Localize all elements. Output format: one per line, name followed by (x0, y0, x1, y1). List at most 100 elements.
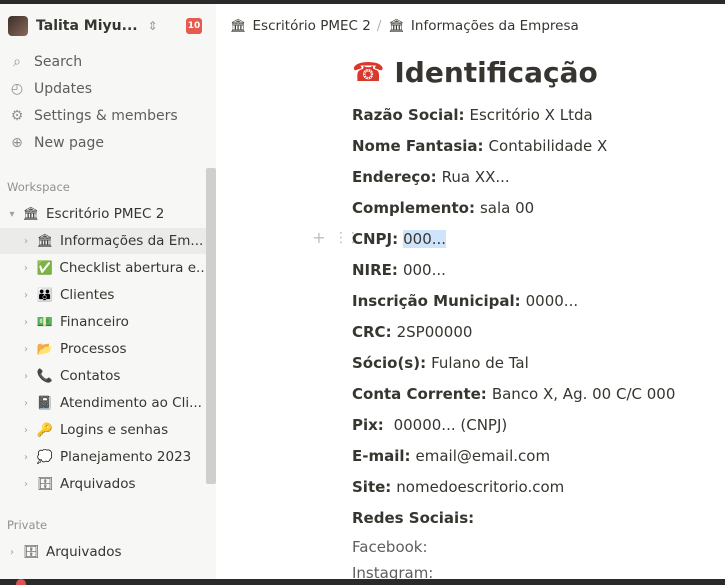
field-value[interactable]: 000... (403, 261, 446, 279)
chevron-right-icon[interactable]: › (20, 371, 32, 382)
field-facebook[interactable]: Facebook: (352, 535, 428, 559)
field-conta-corrente[interactable]: Conta Corrente: Banco X, Ag. 00 C/C 000 (352, 382, 675, 406)
field-key: CRC: (352, 323, 392, 341)
field-socios[interactable]: Sócio(s): Fulano de Tal (352, 351, 529, 375)
page-title[interactable]: ☎ Identificação (352, 56, 598, 89)
drag-handle-icon[interactable]: ⋮⋮ (334, 230, 360, 246)
search-icon: ⌕ (13, 54, 21, 70)
nav-updates[interactable]: ◴ Updates (0, 76, 216, 102)
cabinet-icon: 🗄 (36, 476, 54, 492)
workspace-switcher[interactable]: Talita Miyu... ⇕ (0, 4, 216, 48)
sidebar-item-planejamento[interactable]: › 💭 Planejamento 2023 (0, 444, 206, 470)
bank-icon: 🏛 (36, 233, 54, 249)
field-value[interactable]: 00000... (CNPJ) (389, 416, 508, 434)
bank-icon: 🏛 (230, 18, 247, 34)
nav-search[interactable]: ⌕ Search (0, 49, 216, 75)
field-key: Razão Social: (352, 106, 465, 124)
chevron-right-icon[interactable]: › (20, 479, 32, 490)
chevron-down-icon[interactable]: ▾ (6, 209, 18, 220)
sidebar-item-informacoes[interactable]: › 🏛 Informações da Em... (0, 228, 206, 254)
sidebar-item-label: Informações da Em... (60, 233, 204, 249)
sidebar-item-checklist[interactable]: › ✅ Checklist abertura e... (0, 255, 206, 281)
field-inscricao-municipal[interactable]: Inscrição Municipal: 0000... (352, 289, 578, 313)
taskbar-indicator (16, 579, 26, 585)
telephone-icon[interactable]: ☎ (352, 58, 384, 88)
breadcrumb-item-escritorio[interactable]: Escritório PMEC 2 (253, 18, 371, 34)
chevron-right-icon[interactable]: › (20, 317, 32, 328)
thought-balloon-icon: 💭 (36, 449, 54, 465)
notification-badge[interactable]: 10 (186, 18, 202, 34)
field-key: Redes Sociais: (352, 509, 475, 527)
chevron-right-icon[interactable]: › (20, 290, 32, 301)
folder-icon: 📂 (36, 341, 54, 357)
field-nire[interactable]: NIRE: 000... (352, 258, 446, 282)
field-email[interactable]: E-mail: email@email.com (352, 444, 550, 468)
field-pix[interactable]: Pix: 00000... (CNPJ) (352, 413, 507, 437)
sidebar-item-label: Arquivados (60, 476, 136, 492)
field-crc[interactable]: CRC: 2SP00000 (352, 320, 472, 344)
breadcrumb-separator: / (376, 18, 382, 34)
sidebar-item-label: Escritório PMEC 2 (46, 206, 165, 222)
field-key: Conta Corrente: (352, 385, 487, 403)
field-value[interactable]: nomedoescritorio.com (396, 478, 564, 496)
sidebar-item-label: Arquivados (46, 544, 122, 560)
sidebar-item-arquivados[interactable]: › 🗄 Arquivados (0, 471, 206, 497)
plus-icon[interactable]: + (312, 228, 326, 247)
user-name: Talita Miyu... (36, 18, 138, 34)
field-value[interactable]: Escritório X Ltda (469, 106, 592, 124)
field-value[interactable]: Banco X, Ag. 00 C/C 000 (492, 385, 676, 403)
chevron-updown-icon: ⇕ (147, 19, 158, 33)
field-site[interactable]: Site: nomedoescritorio.com (352, 475, 564, 499)
chevron-right-icon[interactable]: › (20, 452, 32, 463)
nav-new-page-label: New page (34, 135, 104, 151)
field-value[interactable]: Contabilidade X (489, 137, 608, 155)
chevron-right-icon[interactable]: › (20, 398, 32, 409)
field-instagram[interactable]: Instagram: (352, 564, 433, 579)
chevron-right-icon[interactable]: › (20, 344, 32, 355)
field-nome-fantasia[interactable]: Nome Fantasia: Contabilidade X (352, 134, 607, 158)
field-redes-sociais[interactable]: Redes Sociais: (352, 506, 479, 530)
section-workspace: Workspace (7, 180, 70, 194)
sidebar-item-financeiro[interactable]: › 💵 Financeiro (0, 309, 206, 335)
sidebar-item-clientes[interactable]: › 👪 Clientes (0, 282, 206, 308)
bank-icon: 🏛 (388, 18, 405, 34)
sidebar-scrollbar[interactable] (206, 168, 216, 484)
field-key: Site: (352, 478, 392, 496)
field-key: Sócio(s): (352, 354, 427, 372)
chevron-right-icon[interactable]: › (6, 547, 18, 558)
field-complemento[interactable]: Complemento: sala 00 (352, 196, 534, 220)
field-endereco[interactable]: Endereço: Rua XX... (352, 165, 510, 189)
check-icon: ✅ (36, 260, 53, 276)
field-key: Nome Fantasia: (352, 137, 484, 155)
sidebar-item-label: Checklist abertura e... (59, 260, 206, 276)
sidebar-item-logins[interactable]: › 🔑 Logins e senhas (0, 417, 206, 443)
gear-icon: ⚙ (10, 108, 24, 124)
sidebar-item-escritorio[interactable]: ▾ 🏛 Escritório PMEC 2 (0, 201, 206, 227)
page-title-text[interactable]: Identificação (394, 56, 597, 89)
nav-new-page[interactable]: ⊕ New page (0, 130, 216, 156)
section-private: Private (7, 518, 48, 532)
field-value[interactable]: 2SP00000 (397, 323, 473, 341)
nav-settings[interactable]: ⚙ Settings & members (0, 103, 216, 129)
chevron-right-icon[interactable]: › (20, 425, 32, 436)
field-razao-social[interactable]: Razão Social: Escritório X Ltda (352, 103, 593, 127)
field-value[interactable]: Rua XX... (442, 168, 510, 186)
sidebar-item-label: Financeiro (60, 314, 129, 330)
sidebar-item-atendimento[interactable]: › 📓 Atendimento ao Cli... (0, 390, 206, 416)
field-value[interactable]: sala 00 (480, 199, 534, 217)
key-icon: 🔑 (36, 422, 54, 438)
field-value[interactable]: Fulano de Tal (431, 354, 529, 372)
cabinet-icon: 🗄 (22, 544, 40, 560)
chevron-right-icon[interactable]: › (20, 236, 32, 247)
sidebar-item-processos[interactable]: › 📂 Processos (0, 336, 206, 362)
field-key: NIRE: (352, 261, 398, 279)
sidebar-item-private-arquivados[interactable]: › 🗄 Arquivados (0, 539, 206, 565)
window-bottom-edge (0, 579, 725, 585)
field-value-selected[interactable]: 000... (403, 230, 447, 248)
chevron-right-icon[interactable]: › (20, 263, 32, 274)
breadcrumb-item-informacoes[interactable]: Informações da Empresa (411, 18, 579, 34)
field-value[interactable]: 0000... (526, 292, 578, 310)
field-cnpj[interactable]: CNPJ: 000... (352, 227, 447, 251)
sidebar-item-contatos[interactable]: › 📞 Contatos (0, 363, 206, 389)
field-value[interactable]: email@email.com (416, 447, 551, 465)
